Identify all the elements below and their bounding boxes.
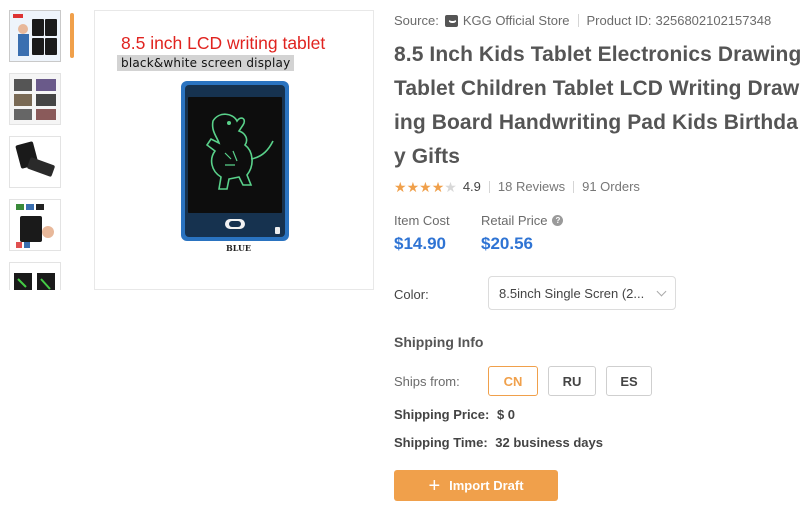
import-draft-button[interactable]: + Import Draft: [394, 470, 558, 501]
divider: [577, 14, 579, 27]
source-label: Source:: [394, 13, 439, 28]
shipping-time-label: Shipping Time:: [394, 435, 488, 450]
shipping-time-row: Shipping Time: 32 business days: [394, 435, 603, 450]
help-icon[interactable]: ?: [552, 215, 564, 226]
orders-count: 91 Orders: [582, 179, 640, 194]
item-cost-block: Item Cost $14.90: [394, 213, 450, 254]
country-button-es[interactable]: ES: [606, 366, 652, 396]
image-subcaption: black&white screen display: [117, 55, 295, 71]
color-select[interactable]: 8.5inch Single Scren (2...: [488, 276, 676, 310]
star-icon: ★: [419, 178, 432, 195]
import-draft-label: Import Draft: [449, 478, 524, 493]
chevron-down-icon: [656, 286, 667, 296]
star-empty-icon: ★: [444, 178, 457, 195]
store-icon: [444, 14, 458, 27]
ships-from-label: Ships from:: [394, 374, 460, 389]
item-cost-value: $14.90: [394, 234, 446, 253]
retail-price-label: Retail Price: [481, 213, 548, 228]
thumbnail-1[interactable]: [9, 10, 61, 62]
divider: [573, 180, 575, 193]
thumbnail-strip: [9, 10, 69, 290]
product-id: 3256802102157348: [655, 13, 772, 28]
product-id-label: Product ID:: [586, 13, 652, 28]
divider: [488, 180, 490, 193]
country-button-ru[interactable]: RU: [548, 366, 596, 396]
retail-price-block: Retail Price ? $20.56: [481, 213, 564, 254]
color-label: Color:: [394, 287, 429, 302]
star-icon: ★: [431, 178, 445, 195]
item-cost-label: Item Cost: [394, 213, 450, 228]
source-line: Source: KGG Official Store Product ID: 3…: [394, 13, 771, 28]
reviews-count[interactable]: 18 Reviews: [498, 179, 565, 194]
star-icon: ★: [394, 178, 407, 195]
lcd-tablet-illustration: [181, 81, 289, 241]
store-name[interactable]: KGG Official Store: [463, 13, 570, 28]
shipping-price-value: $ 0: [496, 407, 516, 422]
image-caption: 8.5 inch LCD writing tablet: [121, 33, 326, 53]
thumbnail-scrollbar[interactable]: [70, 13, 74, 58]
shipping-price-label: Shipping Price:: [394, 407, 490, 422]
main-product-image: 8.5 inch LCD writing tablet black&white …: [94, 10, 374, 290]
plus-icon: +: [428, 474, 441, 497]
rating-stars: ★ ★ ★ ★ ★: [394, 180, 457, 194]
retail-price-label-row: Retail Price ?: [481, 213, 564, 228]
star-icon: ★: [406, 178, 420, 195]
thumbnail-5[interactable]: [9, 262, 61, 290]
device-color-label: BLUE: [226, 243, 252, 253]
rating-score: 4.9: [462, 179, 481, 194]
country-button-cn[interactable]: CN: [488, 366, 538, 396]
ships-from-options: CN RU ES: [488, 366, 662, 396]
thumbnail-4[interactable]: [9, 199, 61, 251]
product-title: 8.5 Inch Kids Tablet Electronics Drawing…: [394, 43, 800, 168]
color-select-value: 8.5inch Single Scren (2...: [499, 285, 645, 301]
shipping-time-value: 32 business days: [495, 435, 603, 450]
shipping-info-heading: Shipping Info: [394, 334, 484, 350]
thumbnail-3[interactable]: [9, 136, 61, 188]
rating-row: ★ ★ ★ ★ ★ 4.9 18 Reviews 91 Orders: [394, 179, 640, 194]
retail-price-value: $20.56: [481, 234, 533, 253]
thumbnail-2[interactable]: [9, 73, 61, 125]
shipping-price-row: Shipping Price: $ 0: [394, 407, 515, 422]
